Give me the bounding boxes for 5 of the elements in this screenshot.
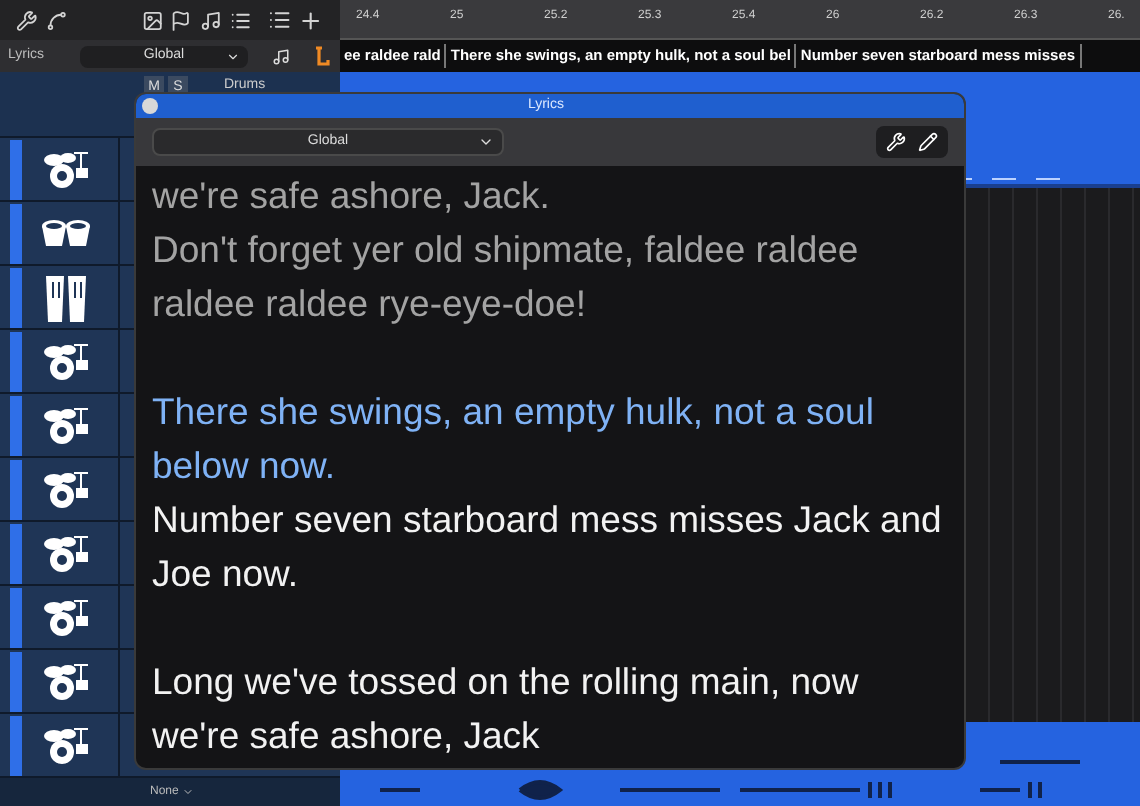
lyric-line: we're safe ashore, Jack. <box>152 172 552 220</box>
lyric-line: Don't forget yer old shipmate, faldee raldee raldee raldee rye-eye-doe! <box>152 226 861 328</box>
lyric-line: Number seven starboard mess misses Jack and Joe now. <box>152 496 944 598</box>
lyric-line: Long we've tossed on the rolling main, now we're safe ashore, Jack <box>152 658 861 760</box>
lyric-line: There she swings, an empty hulk, not a soul below now. <box>152 388 876 490</box>
